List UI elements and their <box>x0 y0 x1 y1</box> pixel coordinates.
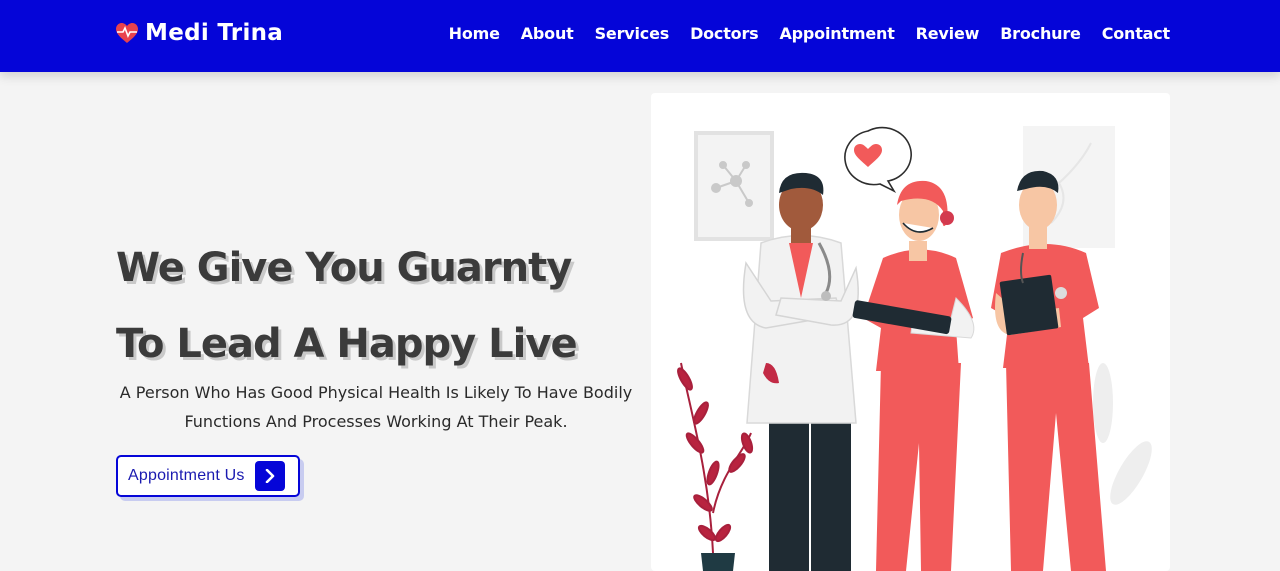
hero-title: We Give You Guarnty To Lead A Happy Live <box>116 230 578 382</box>
brand-logo[interactable]: Medi Trina <box>115 20 283 46</box>
nav-brochure[interactable]: Brochure <box>1000 24 1081 43</box>
hero-illustration <box>651 93 1170 571</box>
nav-home[interactable]: Home <box>449 24 500 43</box>
nav-about[interactable]: About <box>521 24 574 43</box>
nurse-figure <box>852 180 975 571</box>
nav-review[interactable]: Review <box>916 24 980 43</box>
hero-title-line2: To Lead A Happy Live <box>116 321 578 367</box>
nav-appointment[interactable]: Appointment <box>779 24 894 43</box>
nav-contact[interactable]: Contact <box>1102 24 1171 43</box>
nav-doctors[interactable]: Doctors <box>690 24 759 43</box>
top-navbar: Medi Trina Home About Services Doctors A… <box>0 0 1280 72</box>
medical-team-illustration <box>677 126 1152 571</box>
appointment-button-label: Appointment Us <box>128 467 245 484</box>
brand-name: Medi Trina <box>145 20 284 46</box>
chevron-right-icon <box>254 461 285 491</box>
nav-services[interactable]: Services <box>595 24 670 43</box>
main-nav: Home About Services Doctors Appointment … <box>449 24 1171 43</box>
appointment-button[interactable]: Appointment Us <box>116 455 300 497</box>
hero-subtitle: A Person Who Has Good Physical Health Is… <box>119 383 633 431</box>
hero-title-line1: We Give You Guarnty <box>116 245 572 291</box>
heart-pulse-icon <box>116 23 138 43</box>
